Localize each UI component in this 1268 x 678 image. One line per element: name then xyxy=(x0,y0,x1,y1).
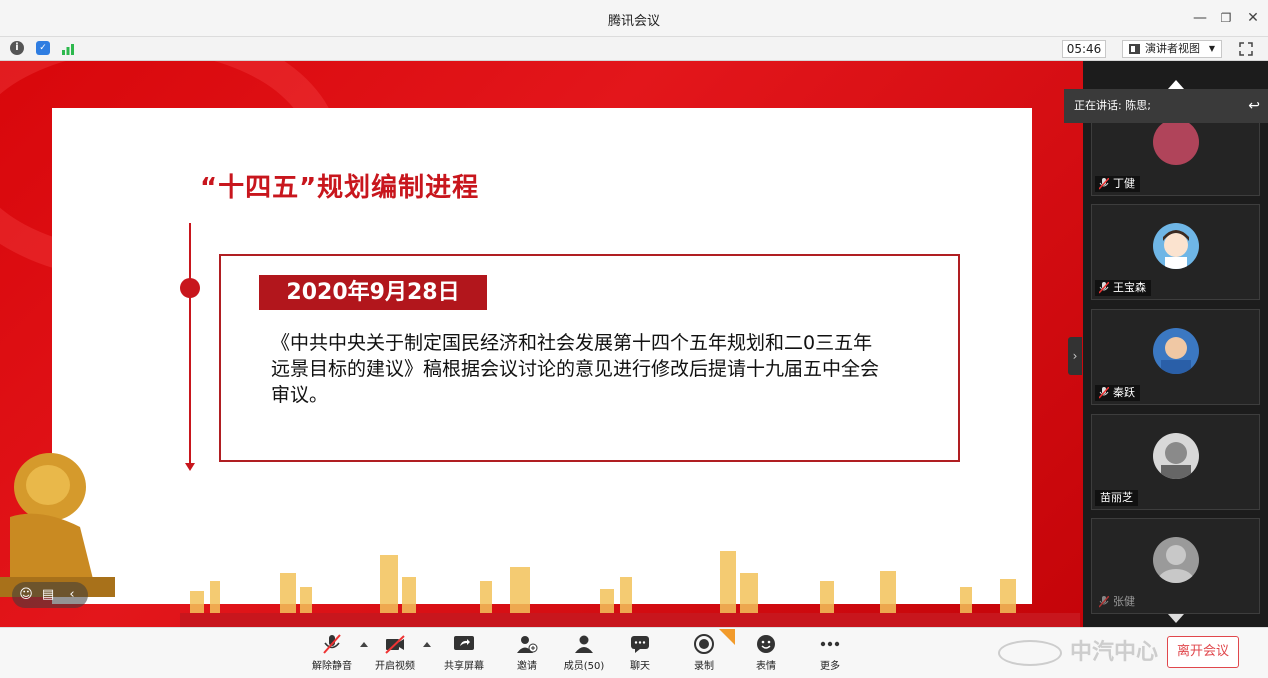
minimize-icon[interactable]: — xyxy=(1190,8,1210,28)
chat-icon xyxy=(631,636,649,653)
scroll-up-icon[interactable] xyxy=(1168,80,1184,89)
avatar xyxy=(1153,537,1199,583)
entry-text: 《中共中央关于制定国民经济和社会发展第十四个五年规划和二0三五年远景目标的建议》… xyxy=(271,332,880,406)
members-icon xyxy=(575,635,593,653)
view-mode-select[interactable]: 演讲者视图 ▼ xyxy=(1122,40,1222,58)
timeline-dot xyxy=(180,278,200,298)
muted-mic-icon xyxy=(1099,178,1109,190)
reactions-button[interactable]: 表情 xyxy=(738,634,794,676)
record-icon xyxy=(694,634,714,654)
record-button[interactable]: 录制 xyxy=(676,634,732,676)
entry-date: 2020年9月28日 xyxy=(259,275,487,310)
scroll-down-icon[interactable] xyxy=(1168,614,1184,623)
participant-tile[interactable]: 张健 xyxy=(1091,518,1260,614)
smile-icon xyxy=(757,635,775,653)
emoji-icon[interactable]: ☺ xyxy=(18,587,34,603)
muted-mic-icon xyxy=(323,634,341,654)
muted-mic-icon xyxy=(1099,387,1109,399)
meeting-timer: 05:46 xyxy=(1062,40,1106,58)
title-bar: 腾讯会议 — ❐ ✕ xyxy=(0,0,1268,37)
restore-icon[interactable]: ❐ xyxy=(1216,8,1236,28)
slide-title: “十四五”规划编制进程 xyxy=(200,173,480,203)
muted-mic-icon xyxy=(1099,596,1109,608)
add-user-icon xyxy=(517,636,538,653)
start-video-button[interactable]: 开启视频 xyxy=(367,634,423,676)
participant-tile[interactable]: 苗丽芝 xyxy=(1091,414,1260,510)
signal-icon[interactable] xyxy=(61,41,75,55)
participant-name-tag: 丁健 xyxy=(1095,176,1140,192)
speaking-label: 正在讲话: 陈思; xyxy=(1074,99,1151,112)
skyline-decoration xyxy=(180,551,1080,627)
timeline-arrow-icon xyxy=(185,463,195,471)
participant-tile[interactable]: 秦跃 xyxy=(1091,309,1260,405)
avatar xyxy=(1153,119,1199,165)
info-icon[interactable]: i xyxy=(10,41,24,55)
lion-statue-decoration xyxy=(0,453,115,597)
more-button[interactable]: 更多 xyxy=(802,634,858,676)
avatar xyxy=(1153,433,1199,479)
muted-mic-icon xyxy=(1099,282,1109,294)
reply-arrow-icon[interactable]: ↩ xyxy=(1248,89,1260,123)
video-off-icon xyxy=(385,635,405,654)
invite-button[interactable]: 邀请 xyxy=(499,634,555,676)
avatar xyxy=(1153,223,1199,269)
timeline-entry-box: 2020年9月28日 《中共中央关于制定国民经济和社会发展第十四个五年规划和二0… xyxy=(219,254,960,462)
participant-name-tag: 张健 xyxy=(1095,594,1140,610)
participant-name-tag: 王宝森 xyxy=(1095,280,1151,296)
fullscreen-icon[interactable] xyxy=(1238,41,1254,57)
chat-button[interactable]: 聊天 xyxy=(612,634,668,676)
avatar xyxy=(1153,328,1199,374)
participant-name-tag: 秦跃 xyxy=(1095,385,1140,401)
window-title: 腾讯会议 xyxy=(607,14,660,29)
share-screen-icon xyxy=(454,636,474,650)
more-dots-icon xyxy=(820,641,840,647)
control-bar: 解除静音 开启视频 共享屏幕 邀请 成员(50) 聊天 录制 表情 更多 中汽中… xyxy=(0,627,1268,678)
speaking-indicator: 正在讲话: 陈思; ↩ xyxy=(1064,89,1268,123)
video-options-chevron-icon[interactable] xyxy=(423,642,431,647)
collapse-arrow-icon[interactable]: ‹ xyxy=(64,587,80,603)
meeting-toolbar: i ✓ 05:46 演讲者视图 ▼ xyxy=(0,37,1268,61)
timeline-line xyxy=(189,223,191,468)
watermark-logo-icon xyxy=(998,640,1062,666)
participant-name-tag: 苗丽芝 xyxy=(1095,490,1138,506)
leave-meeting-button[interactable]: 离开会议 xyxy=(1167,636,1239,668)
slide: “十四五”规划编制进程 2020年9月28日 《中共中央关于制定国民经济和社会发… xyxy=(52,108,1032,604)
reaction-bar: ☺ ▤ ‹ xyxy=(12,582,88,608)
view-mode-label: 演讲者视图 xyxy=(1145,42,1200,55)
danmaku-icon[interactable]: ▤ xyxy=(40,587,56,603)
unmute-button[interactable]: 解除静音 xyxy=(304,634,360,676)
participant-tile[interactable]: 王宝森 xyxy=(1091,204,1260,300)
security-shield-icon[interactable]: ✓ xyxy=(36,41,50,55)
shared-screen: “十四五”规划编制进程 2020年9月28日 《中共中央关于制定国民经济和社会发… xyxy=(0,61,1083,627)
panel-collapse-icon[interactable]: › xyxy=(1068,337,1082,375)
chevron-down-icon: ▼ xyxy=(1208,44,1215,53)
members-button[interactable]: 成员(50) xyxy=(556,634,612,676)
layout-icon xyxy=(1129,44,1140,54)
close-icon[interactable]: ✕ xyxy=(1243,8,1263,28)
share-screen-button[interactable]: 共享屏幕 xyxy=(436,634,492,676)
